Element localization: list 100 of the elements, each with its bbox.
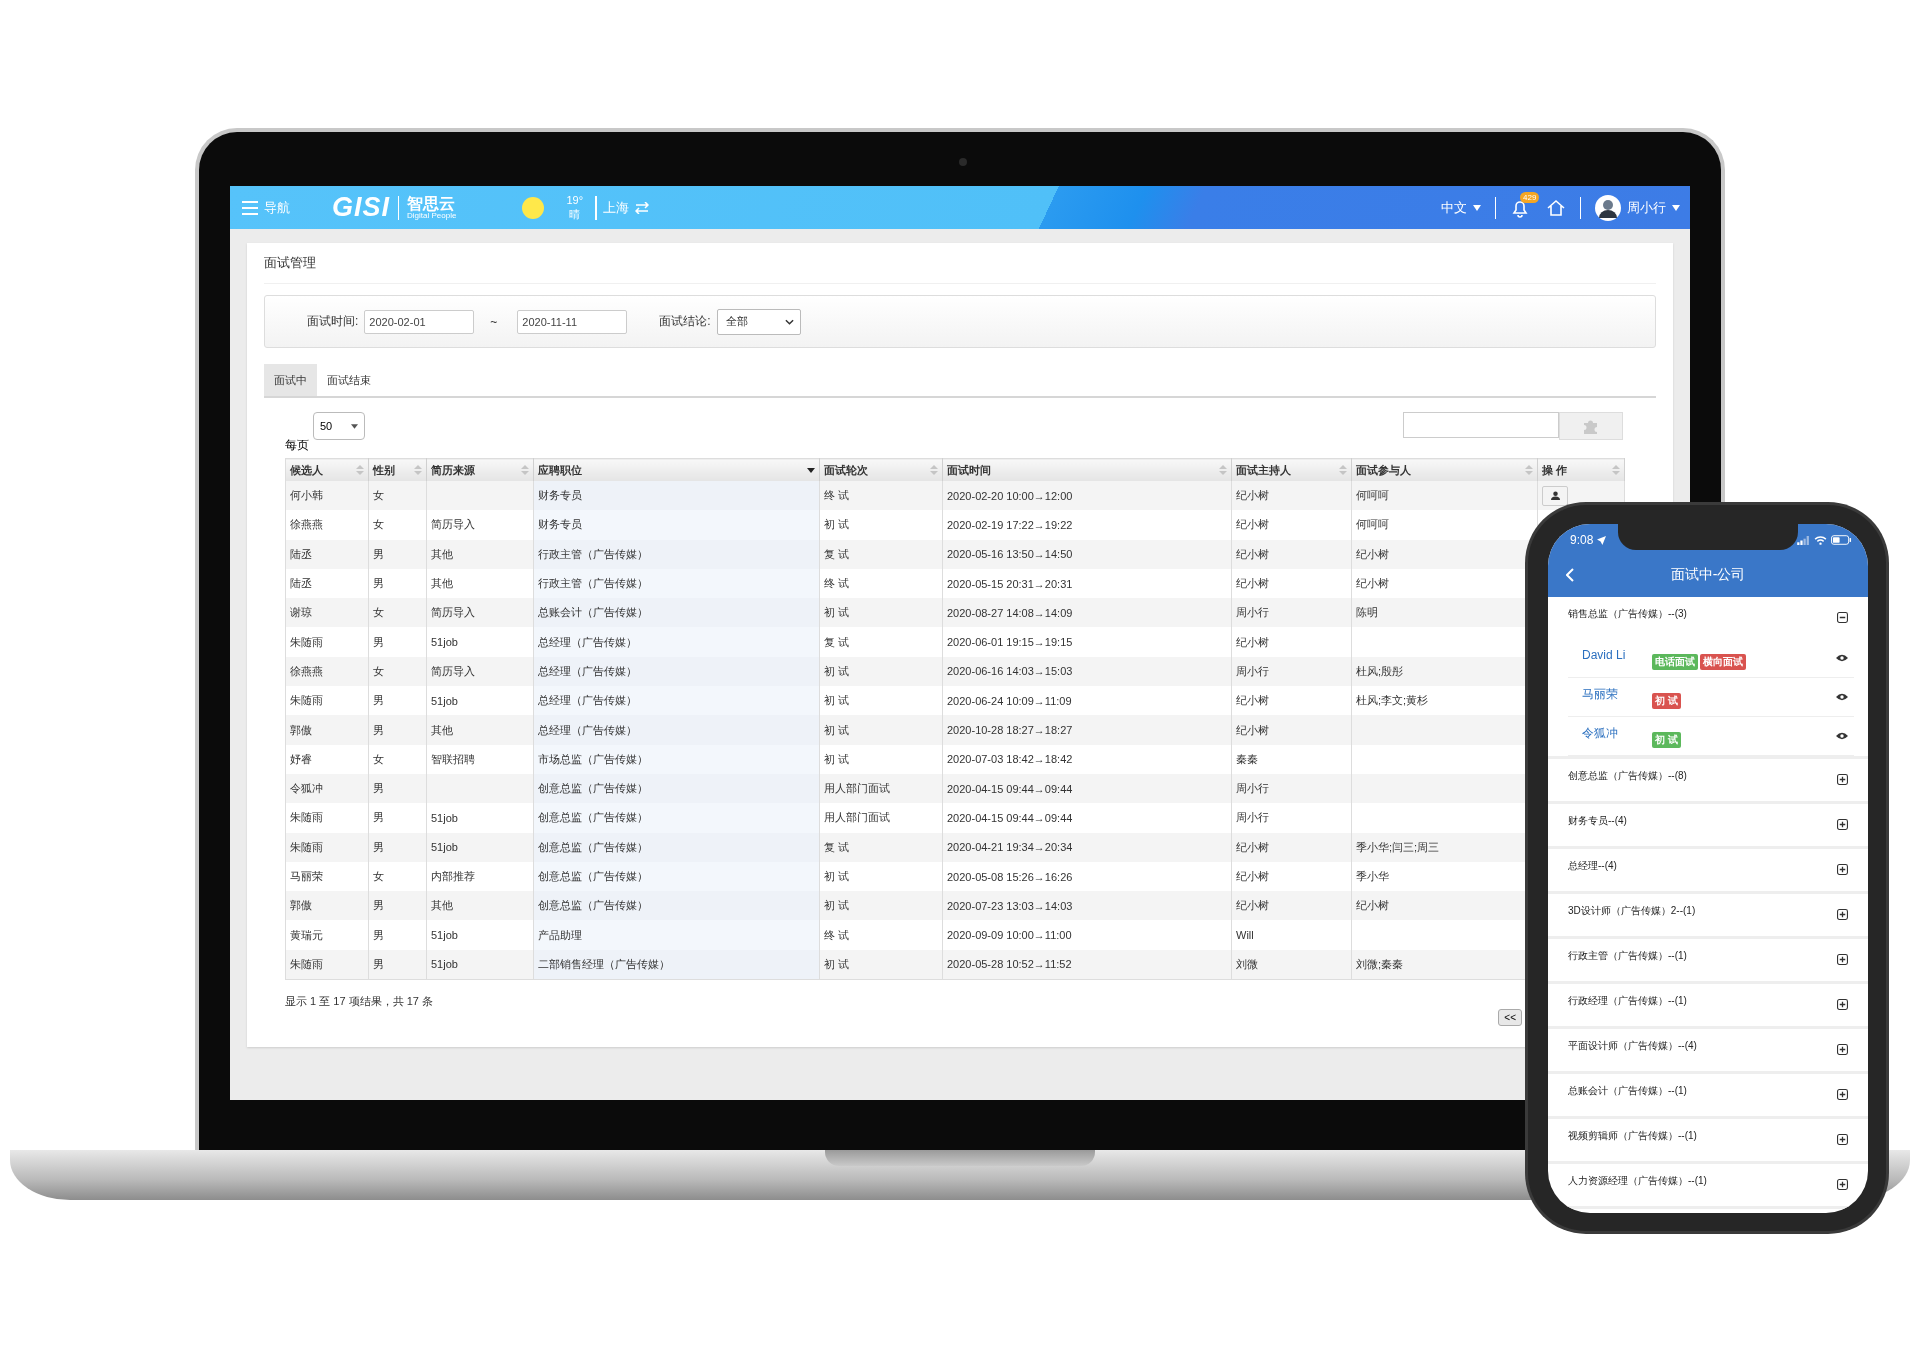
host-cell: 纪小树 xyxy=(1236,840,1269,853)
position-cell: 创意总监（广告传媒） xyxy=(538,899,648,912)
expand-icon[interactable] xyxy=(1837,864,1848,875)
tab[interactable]: 面试中 xyxy=(264,364,317,396)
round-tag: 初 试 xyxy=(1652,732,1681,748)
round-cell: 复 试 xyxy=(824,547,850,560)
round-cell: 初 试 xyxy=(824,957,850,970)
candidate-cell: 令狐冲 xyxy=(290,782,323,795)
position-cell: 总经理（广告传媒） xyxy=(538,723,637,736)
candidate-cell: 谢琼 xyxy=(290,606,312,619)
candidate-cell: 徐燕燕 xyxy=(290,518,323,531)
host-cell: 周小行 xyxy=(1236,606,1269,619)
host-cell: 纪小树 xyxy=(1236,518,1269,531)
group-label[interactable]: 创意总监（广告传媒）--(8) xyxy=(1568,769,1687,783)
previous-page-button[interactable]: << xyxy=(1498,1009,1522,1027)
language-selector[interactable]: 中文 xyxy=(1441,198,1467,217)
group-label[interactable]: 行政经理（广告传媒）--(1) xyxy=(1568,994,1687,1008)
expand-icon[interactable] xyxy=(1837,1179,1848,1190)
column-header[interactable]: 应聘职位 xyxy=(538,462,582,478)
gender-cell: 男 xyxy=(373,840,384,853)
chevron-down-icon xyxy=(784,318,794,325)
time-cell: 2020-02-19 17:22→19:22 xyxy=(947,518,1073,531)
host-cell: 纪小树 xyxy=(1236,489,1269,502)
page-size-label: 每页 xyxy=(285,437,309,454)
candidate-cell: 马丽荣 xyxy=(290,870,323,882)
group-label[interactable]: 销售总监（广告传媒）--(3) xyxy=(1568,607,1687,621)
back-icon[interactable] xyxy=(1566,568,1574,582)
expand-icon[interactable] xyxy=(1837,774,1848,785)
gender-cell: 男 xyxy=(373,723,384,736)
candidate-cell: 朱随雨 xyxy=(290,957,323,970)
expand-icon[interactable] xyxy=(1837,909,1848,920)
time-cell: 2020-06-16 14:03→15:03 xyxy=(947,665,1073,678)
source-cell: 简历导入 xyxy=(431,518,475,531)
column-header[interactable]: 面试时间 xyxy=(947,462,991,478)
position-cell: 财务专员 xyxy=(538,489,582,502)
source-cell: 其他 xyxy=(431,577,453,590)
page-size-select[interactable]: 50 xyxy=(313,412,365,440)
candidate-name[interactable]: David Li xyxy=(1582,648,1652,662)
expand-icon[interactable] xyxy=(1837,1134,1848,1145)
expand-icon[interactable] xyxy=(1837,1044,1848,1055)
position-cell: 总经理（广告传媒） xyxy=(538,635,637,648)
host-cell: 秦秦 xyxy=(1236,752,1258,765)
round-cell: 用人部门面试 xyxy=(824,811,890,824)
date-to-field[interactable]: 2020-11-11 xyxy=(517,309,628,334)
city-label: 上海 xyxy=(603,198,630,217)
gender-cell: 女 xyxy=(373,489,384,502)
participants-cell: 刘微;秦秦 xyxy=(1356,957,1404,970)
host-cell: 纪小树 xyxy=(1236,547,1269,560)
group-label[interactable]: 总账会计（广告传媒）--(1) xyxy=(1568,1084,1687,1098)
filter-label: 面试结论: xyxy=(659,313,711,330)
round-cell: 初 试 xyxy=(824,723,850,736)
eye-icon[interactable] xyxy=(1836,654,1848,662)
group-label[interactable]: 平面设计师（广告传媒）--(4) xyxy=(1568,1039,1697,1053)
group-label[interactable]: 人力资源经理（广告传媒）--(1) xyxy=(1568,1174,1707,1188)
group-label[interactable]: 总经理--(4) xyxy=(1568,859,1617,873)
camera-icon xyxy=(959,158,967,166)
round-tag: 横向面试 xyxy=(1700,654,1746,670)
round-cell: 终 试 xyxy=(824,489,850,502)
person-button[interactable] xyxy=(1542,485,1568,506)
notification-badge: 429 xyxy=(1520,191,1540,203)
time-cell: 2020-05-28 10:52→11:52 xyxy=(947,958,1072,971)
filter-label: 面试时间: xyxy=(307,313,359,330)
gender-cell: 男 xyxy=(373,547,384,560)
expand-icon[interactable] xyxy=(1837,954,1848,965)
expand-icon[interactable] xyxy=(1837,819,1848,830)
time-cell: 2020-06-24 10:09→11:09 xyxy=(947,694,1072,707)
participants-cell: 何呵呵 xyxy=(1356,489,1389,502)
round-cell: 初 试 xyxy=(824,752,850,765)
eye-icon[interactable] xyxy=(1836,693,1848,701)
position-cell: 行政主管（广告传媒） xyxy=(538,547,648,560)
expand-icon[interactable] xyxy=(1837,999,1848,1010)
eye-icon[interactable] xyxy=(1836,732,1848,740)
candidate-cell: 朱随雨 xyxy=(290,635,323,648)
candidate-name[interactable]: 令狐冲 xyxy=(1582,724,1652,742)
expand-icon[interactable] xyxy=(1837,1089,1848,1100)
location-arrow-icon xyxy=(1597,535,1607,545)
round-cell: 初 试 xyxy=(824,870,850,882)
position-cell: 产品助理 xyxy=(538,928,582,941)
date-from-field[interactable]: 2020-02-01 xyxy=(364,309,475,334)
avatar-icon[interactable] xyxy=(1595,194,1621,221)
time-cell: 2020-06-01 19:15→19:15 xyxy=(947,636,1073,649)
host-cell: 纪小树 xyxy=(1236,870,1269,882)
gender-cell: 男 xyxy=(373,782,384,795)
participants-cell: 杜风;李文;黄杉 xyxy=(1356,694,1429,707)
gender-cell: 男 xyxy=(373,635,384,648)
collapse-icon[interactable] xyxy=(1837,612,1848,623)
candidate-name[interactable]: 马丽荣 xyxy=(1582,685,1652,703)
result-select[interactable]: 全部 xyxy=(716,308,801,335)
group-label[interactable]: 财务专员--(4) xyxy=(1568,814,1627,828)
sort-descending-icon[interactable] xyxy=(807,467,815,473)
user-name[interactable]: 周小行 xyxy=(1627,198,1666,217)
group-label[interactable]: 行政主管（广告传媒）--(1) xyxy=(1568,949,1687,963)
source-cell: 简历导入 xyxy=(431,606,475,619)
participants-cell: 纪小树 xyxy=(1356,547,1389,560)
group-label[interactable]: 3D设计师（广告传媒）2--(1) xyxy=(1568,904,1696,918)
candidate-cell: 郭傲 xyxy=(290,723,312,736)
home-icon[interactable] xyxy=(1546,197,1566,218)
time-cell: 2020-08-27 14:08→14:09 xyxy=(947,606,1073,619)
group-label[interactable]: 视频剪辑师（广告传媒）--(1) xyxy=(1568,1129,1697,1143)
search-field[interactable] xyxy=(1403,412,1559,438)
